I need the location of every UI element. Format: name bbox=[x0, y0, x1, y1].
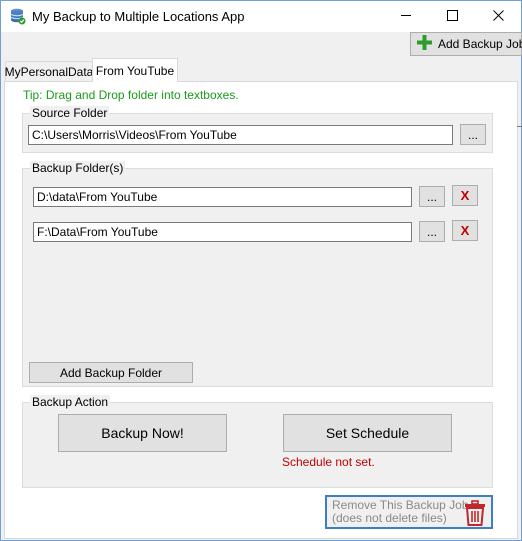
close-button[interactable] bbox=[475, 1, 521, 32]
window-title: My Backup to Multiple Locations App bbox=[32, 9, 245, 24]
tab-from-youtube[interactable]: From YouTube bbox=[92, 58, 178, 82]
backup-folder-input-2[interactable]: F:\Data\From YouTube bbox=[33, 222, 412, 242]
add-backup-job-label: Add Backup Job bbox=[438, 37, 522, 51]
tip-text: Tip: Drag and Drop folder into textboxes… bbox=[23, 88, 239, 102]
source-folder-legend: Source Folder bbox=[30, 106, 110, 120]
close-icon bbox=[492, 9, 504, 24]
tab-label: From YouTube bbox=[95, 63, 175, 78]
backup-folders-legend: Backup Folder(s) bbox=[30, 161, 126, 175]
add-backup-folder-button[interactable]: Add Backup Folder bbox=[29, 362, 193, 383]
title-bar[interactable]: My Backup to Multiple Locations App bbox=[1, 1, 521, 32]
browse-source-button[interactable]: ... bbox=[460, 124, 486, 145]
backup-action-legend: Backup Action bbox=[30, 395, 111, 409]
plus-icon bbox=[416, 34, 433, 54]
add-backup-job-button[interactable]: Add Backup Job bbox=[410, 32, 522, 56]
schedule-status: Schedule not set. bbox=[282, 455, 375, 469]
maximize-button[interactable] bbox=[429, 1, 475, 32]
database-icon bbox=[10, 8, 26, 25]
maximize-icon bbox=[446, 9, 458, 24]
set-schedule-button[interactable]: Set Schedule bbox=[283, 414, 452, 452]
browse-backup-button-2[interactable]: ... bbox=[419, 221, 445, 242]
source-folder-input[interactable]: C:\Users\Morris\Videos\From YouTube bbox=[28, 125, 453, 145]
remove-job-line-2: (does not delete files) bbox=[332, 511, 447, 525]
minimize-button[interactable] bbox=[383, 1, 429, 32]
panel-edge-tick bbox=[517, 126, 522, 127]
delete-backup-folder-button-2[interactable]: X bbox=[452, 220, 478, 241]
app-window: My Backup to Multiple Locations App Add … bbox=[0, 0, 522, 541]
minimize-icon bbox=[400, 10, 412, 24]
backup-folder-input-1[interactable]: D:\data\From YouTube bbox=[33, 187, 412, 207]
trash-icon bbox=[464, 500, 486, 526]
delete-backup-folder-button-1[interactable]: X bbox=[452, 185, 478, 206]
browse-backup-button-1[interactable]: ... bbox=[419, 186, 445, 207]
tab-mypersonaldata[interactable]: MyPersonalData bbox=[5, 61, 93, 82]
remove-backup-job-button[interactable]: Remove This Backup Job (does not delete … bbox=[325, 495, 493, 529]
remove-backup-job-text: Remove This Backup Job (does not delete … bbox=[332, 499, 469, 525]
tab-label: MyPersonalData bbox=[4, 64, 94, 79]
backup-now-button[interactable]: Backup Now! bbox=[58, 414, 227, 452]
